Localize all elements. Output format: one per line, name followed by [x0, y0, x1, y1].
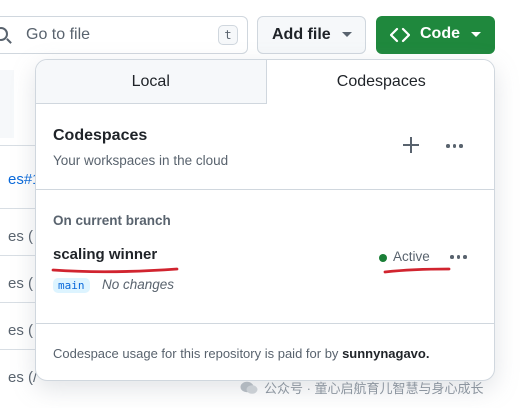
- code-icon: [390, 27, 410, 43]
- file-row-fragment: es (: [8, 322, 34, 339]
- billing-owner: sunnynagavo.: [342, 346, 430, 361]
- create-codespace-plus-icon[interactable]: [403, 137, 419, 153]
- codespace-status: Active: [393, 249, 430, 264]
- annotation-underline: [51, 267, 179, 274]
- go-to-file-input[interactable]: Go to file t: [0, 16, 248, 54]
- file-list-header: [0, 70, 14, 138]
- wechat-icon: [240, 381, 258, 394]
- watermark-text: 公众号 · 童心启航育儿智慧与身心成长: [264, 381, 484, 396]
- keyboard-shortcut-hint: t: [218, 25, 238, 45]
- add-file-button[interactable]: Add file: [257, 16, 366, 54]
- chevron-down-icon: [342, 32, 352, 37]
- chevron-down-icon: [471, 32, 481, 37]
- annotation-underline: [383, 267, 451, 274]
- file-row-fragment: es (: [8, 228, 34, 245]
- file-row[interactable]: es (: [0, 302, 36, 349]
- billing-note-text: Codespace usage for this repository is p…: [53, 346, 339, 361]
- search-icon: [0, 27, 8, 41]
- codespace-name-link[interactable]: scaling winner: [53, 246, 157, 263]
- branch-section-heading: On current branch: [53, 213, 171, 228]
- tab-local[interactable]: Local: [36, 60, 267, 104]
- divider: [36, 323, 494, 324]
- file-row[interactable]: es#1: [0, 145, 41, 192]
- file-row-fragment: es (/: [8, 369, 38, 386]
- tab-codespaces[interactable]: Codespaces: [266, 60, 494, 104]
- branch-badge: main: [53, 278, 90, 293]
- code-button[interactable]: Code: [376, 16, 495, 54]
- divider: [36, 189, 494, 190]
- codespaces-title: Codespaces: [53, 127, 148, 144]
- codespace-more-options-icon[interactable]: [450, 255, 467, 259]
- go-to-file-placeholder: Go to file: [26, 26, 91, 43]
- add-file-label: Add file: [272, 26, 331, 43]
- watermark: 公众号 · 童心启航育儿智慧与身心成长: [240, 378, 484, 397]
- codespaces-subtitle: Your workspaces in the cloud: [53, 153, 229, 168]
- billing-note: Codespace usage for this repository is p…: [53, 346, 429, 361]
- changes-status: No changes: [102, 277, 175, 292]
- file-row[interactable]: es (/: [0, 349, 38, 396]
- file-row[interactable]: es (: [0, 208, 36, 255]
- code-button-label: Code: [420, 25, 460, 42]
- file-row-fragment: es (: [8, 275, 34, 292]
- panel-tabs: Local Codespaces: [36, 60, 494, 104]
- code-dropdown-panel: Local Codespaces Codespaces Your workspa…: [35, 59, 495, 381]
- status-dot: [379, 254, 387, 262]
- codespaces-more-options-icon[interactable]: [446, 144, 463, 148]
- file-row[interactable]: es (: [0, 255, 36, 302]
